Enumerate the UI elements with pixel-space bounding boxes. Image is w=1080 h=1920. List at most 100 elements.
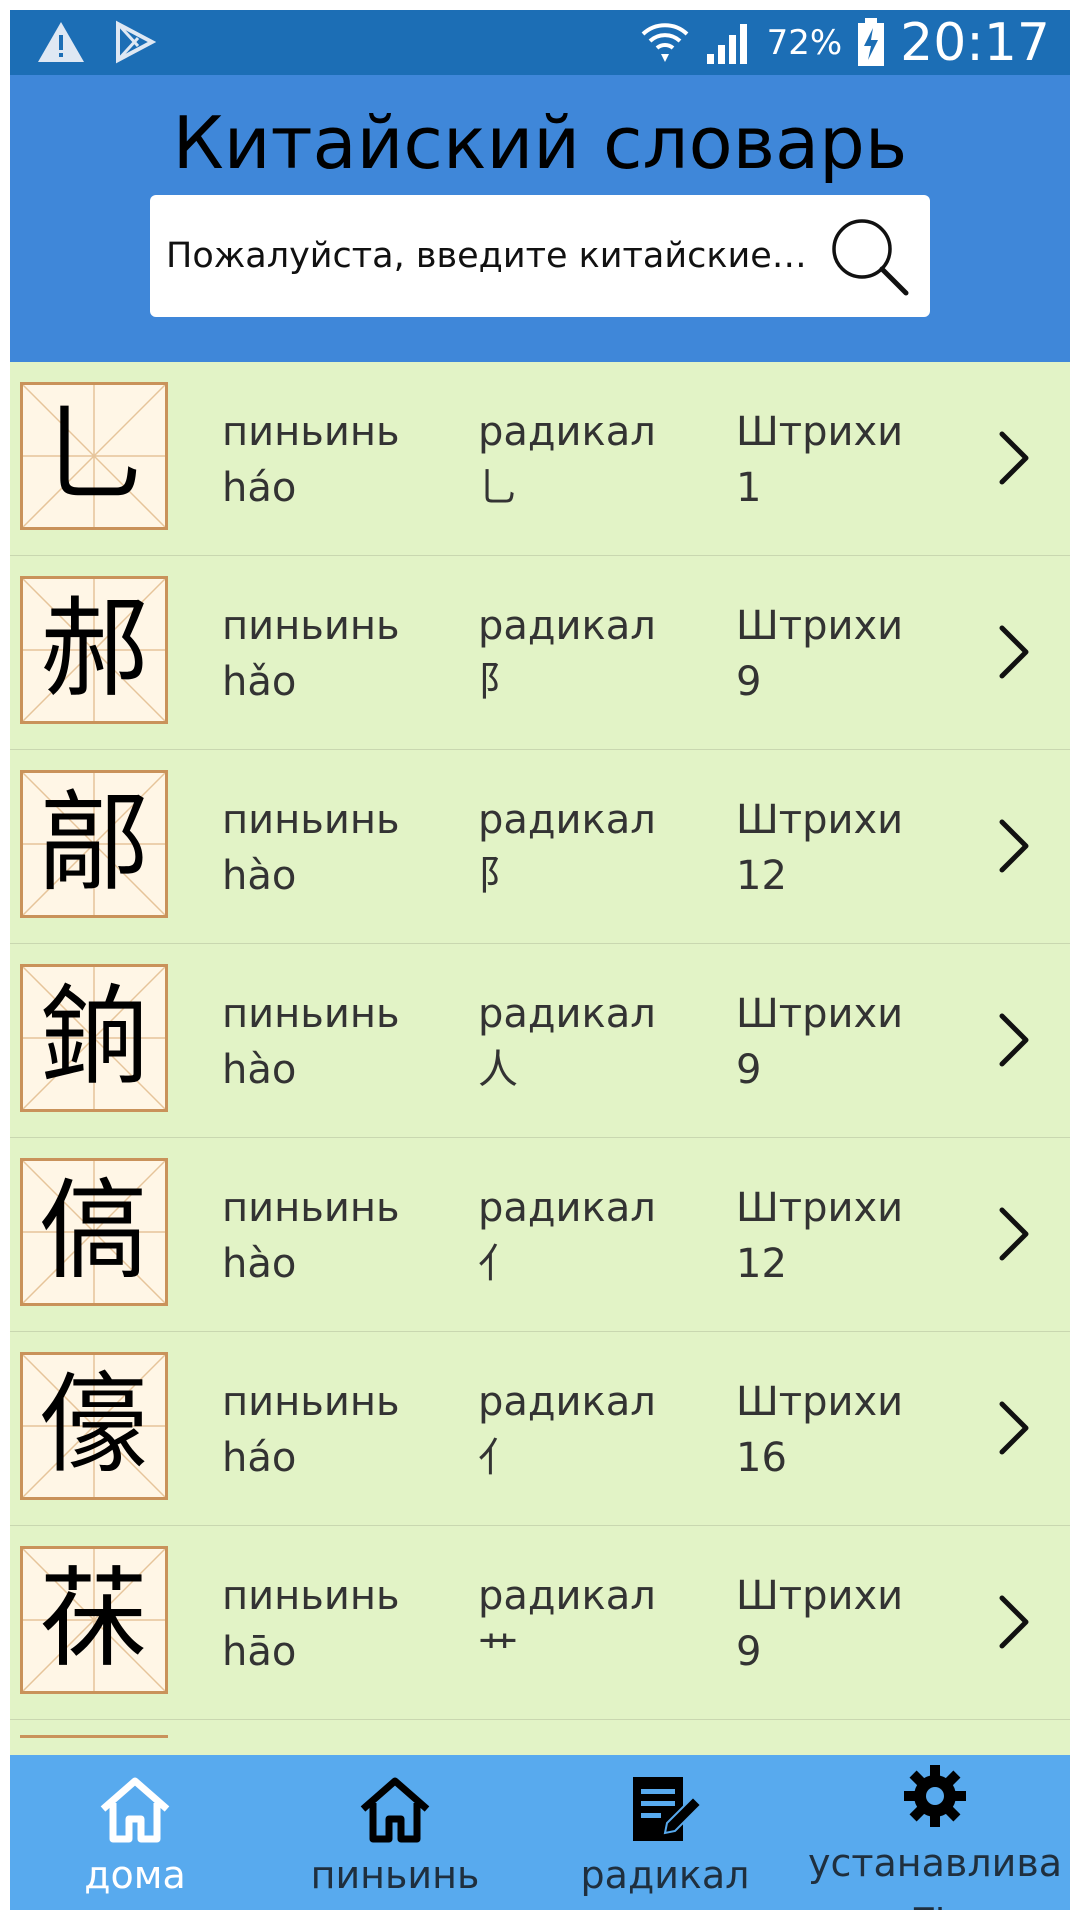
pinyin-value: hào <box>222 1241 297 1287</box>
list-item[interactable]: 茠 пиньинь hāo радикал 艹 Штрихи 9 <box>10 1526 1070 1720</box>
nav-pinyin-label: пиньинь <box>310 1853 480 1897</box>
radical-value: 阝 <box>478 853 518 899</box>
character-list: 乚 пиньинь háo радикал 乚 Штрихи 1 郝 пиньинь hǎo рад… <box>10 362 1070 1720</box>
radical-label: радикал <box>478 1379 656 1425</box>
strokes-column: Штрихи 12 <box>736 792 903 904</box>
pinyin-label: пиньинь <box>222 797 400 843</box>
strokes-value: 16 <box>736 1435 787 1481</box>
radical-column: радикал 艹 <box>478 1568 656 1680</box>
status-bar: 72% 20:17 <box>10 10 1070 75</box>
radical-label: радикал <box>478 797 656 843</box>
radical-label: радикал <box>478 1573 656 1619</box>
pinyin-value: hào <box>222 853 297 899</box>
search-input[interactable]: Пожалуйста, введите китайские и... <box>166 195 816 317</box>
pinyin-value: háo <box>222 465 297 511</box>
pinyin-column: пиньинь hāo <box>222 1568 400 1680</box>
wifi-icon <box>641 22 688 62</box>
character-glyph: 乚 <box>39 393 148 518</box>
nav-radical[interactable]: радикал <box>530 1755 800 1910</box>
pinyin-column: пиньинь hào <box>222 1180 400 1292</box>
strokes-label: Штрихи <box>736 1379 904 1425</box>
radical-column: радикал 阝 <box>478 792 656 904</box>
pinyin-column: пиньинь háo <box>222 1374 400 1486</box>
search-icon[interactable] <box>826 213 912 299</box>
nav-settings[interactable]: устанавливать <box>800 1755 1070 1910</box>
list-item[interactable]: 鄗 пиньинь hào радикал 阝 Штрихи 12 <box>10 750 1070 944</box>
home-icon <box>360 1777 430 1843</box>
pinyin-column: пиньинь háo <box>222 404 400 516</box>
strokes-label: Штрихи <box>736 991 904 1037</box>
character-glyph: 鄗 <box>39 781 148 906</box>
list-item[interactable]: 乚 пиньинь háo радикал 乚 Штрихи 1 <box>10 362 1070 556</box>
strokes-column: Штрихи 9 <box>736 986 903 1098</box>
clock: 20:17 <box>900 12 1050 73</box>
play-store-icon <box>116 20 156 64</box>
list-item[interactable]: 郝 пиньинь hǎo радикал 阝 Штрихи 9 <box>10 556 1070 750</box>
gear-icon <box>904 1765 966 1827</box>
character-grid-box: 鄗 <box>20 770 168 918</box>
radical-value: 亻 <box>478 1435 518 1481</box>
pinyin-label: пиньинь <box>222 603 400 649</box>
chevron-right-icon[interactable] <box>994 1594 1034 1650</box>
radical-value: 乚 <box>478 465 518 511</box>
strokes-column: Штрихи 12 <box>736 1180 903 1292</box>
pinyin-value: hāo <box>222 1629 297 1675</box>
pinyin-label: пиньинь <box>222 1185 400 1231</box>
character-grid-box: 銄 <box>20 964 168 1112</box>
strokes-value: 9 <box>736 1629 762 1675</box>
strokes-column: Штрихи 16 <box>736 1374 903 1486</box>
battery-percent: 72% <box>766 22 843 63</box>
pinyin-label: пиньинь <box>222 1379 400 1425</box>
strokes-label: Штрихи <box>736 603 904 649</box>
list-item[interactable]: 儫 пиньинь háo радикал 亻 Штрихи 16 <box>10 1332 1070 1526</box>
list-item[interactable]: 傐 пиньинь hào радикал 亻 Штрихи 12 <box>10 1138 1070 1332</box>
chevron-right-icon[interactable] <box>994 1012 1034 1068</box>
character-grid-box: 儫 <box>20 1352 168 1500</box>
strokes-value: 12 <box>736 853 787 899</box>
radical-label: радикал <box>478 991 656 1037</box>
home-outline-icon <box>100 1777 170 1843</box>
pinyin-label: пиньинь <box>222 1573 400 1619</box>
pinyin-column: пиньинь hào <box>222 986 400 1098</box>
character-grid-box: 乚 <box>20 382 168 530</box>
chevron-right-icon[interactable] <box>994 1400 1034 1456</box>
list-item[interactable]: 銄 пиньинь hào радикал 人 Штрихи 9 <box>10 944 1070 1138</box>
radical-column: радикал 亻 <box>478 1374 656 1486</box>
character-glyph: 茠 <box>39 1557 148 1682</box>
strokes-column: Штрихи 9 <box>736 1568 903 1680</box>
nav-home-label: дома <box>84 1853 186 1897</box>
search-box[interactable]: Пожалуйста, введите китайские и... <box>150 195 930 317</box>
pinyin-label: пиньинь <box>222 409 400 455</box>
strokes-value: 9 <box>736 1047 762 1093</box>
radical-column: радикал 阝 <box>478 598 656 710</box>
strokes-column: Штрихи 9 <box>736 598 903 710</box>
character-glyph: 銄 <box>39 975 148 1100</box>
radical-value: 亻 <box>478 1241 518 1287</box>
pinyin-label: пиньинь <box>222 991 400 1037</box>
pinyin-value: hào <box>222 1047 297 1093</box>
nav-home[interactable]: дома <box>10 1755 260 1910</box>
nav-pinyin[interactable]: пиньинь <box>260 1755 530 1910</box>
app-frame: 72% 20:17 Китайский словарь Пожалуйста, … <box>10 10 1070 1910</box>
radical-value: 阝 <box>478 659 518 705</box>
chevron-right-icon[interactable] <box>994 818 1034 874</box>
nav-settings-label: устанавливать <box>808 1841 1062 1910</box>
character-glyph: 儫 <box>39 1363 148 1488</box>
radical-label: радикал <box>478 603 656 649</box>
pinyin-column: пиньинь hào <box>222 792 400 904</box>
radical-label: радикал <box>478 409 656 455</box>
pinyin-column: пиньинь hǎo <box>222 598 400 710</box>
bottom-navigation: дома пиньинь радикал устанавлива <box>10 1755 1070 1910</box>
character-grid-box: 茠 <box>20 1546 168 1694</box>
strokes-value: 12 <box>736 1241 787 1287</box>
nav-radical-label: радикал <box>580 1853 750 1897</box>
strokes-value: 9 <box>736 659 762 705</box>
chevron-right-icon[interactable] <box>994 1206 1034 1262</box>
chevron-right-icon[interactable] <box>994 430 1034 486</box>
chevron-right-icon[interactable] <box>994 624 1034 680</box>
radical-column: радикал 乚 <box>478 404 656 516</box>
strokes-column: Штрихи 1 <box>736 404 903 516</box>
character-glyph: 傐 <box>39 1169 148 1294</box>
strokes-value: 1 <box>736 465 762 511</box>
warning-icon <box>38 22 84 62</box>
